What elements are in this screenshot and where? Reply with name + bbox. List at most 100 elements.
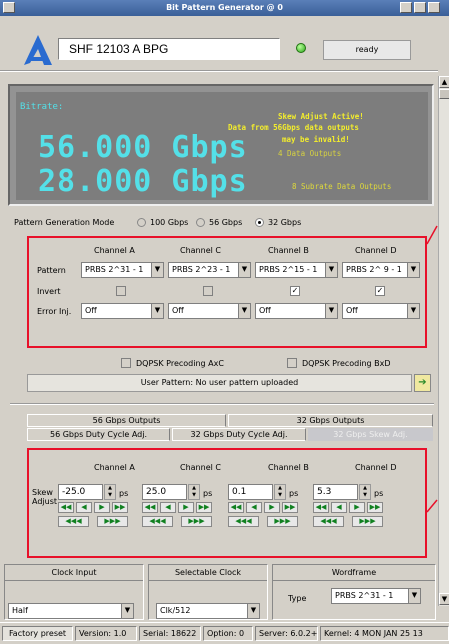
mode-radio-56[interactable] bbox=[196, 218, 205, 227]
tab-32-duty[interactable]: 32 Gbps Duty Cycle Adj. bbox=[172, 428, 306, 441]
data-outputs-label: 4 Data Outputs bbox=[278, 149, 342, 158]
mode-label: Pattern Generation Mode bbox=[14, 218, 115, 227]
error-select-d[interactable]: Off ▼ bbox=[342, 303, 420, 319]
group-title: Selectable Clock bbox=[149, 565, 267, 581]
skew-d-wide-fwd-button[interactable]: ▶▶▶ bbox=[352, 516, 383, 527]
scroll-down-icon[interactable]: ▼ bbox=[439, 593, 449, 605]
skew-input-b[interactable]: 0.1 bbox=[228, 484, 273, 500]
version-field: Version: 1.0 bbox=[75, 626, 137, 641]
group-title: Wordframe bbox=[273, 565, 435, 581]
maximize-icon[interactable] bbox=[414, 2, 426, 13]
skew-d-fwd-button[interactable]: ▶ bbox=[349, 502, 365, 513]
mode-option-label: 100 Gbps bbox=[150, 218, 189, 227]
mode-option-label: 32 Gbps bbox=[268, 218, 302, 227]
skew-c-fwd-button[interactable]: ▶ bbox=[178, 502, 194, 513]
skew-input-a[interactable]: -25.0 bbox=[58, 484, 103, 500]
pattern-value: PRBS 2^ 9 - 1 bbox=[346, 265, 402, 274]
tab-56-duty[interactable]: 56 Gbps Duty Cycle Adj. bbox=[27, 428, 170, 441]
chevron-down-icon: ▼ bbox=[151, 304, 163, 318]
skew-label: Skew bbox=[32, 488, 53, 497]
skew-a-fwd-button[interactable]: ▶ bbox=[94, 502, 110, 513]
error-select-c[interactable]: Off ▼ bbox=[168, 303, 251, 319]
invert-checkbox-a[interactable] bbox=[116, 286, 126, 296]
skew-a-wide-fwd-button[interactable]: ▶▶▶ bbox=[97, 516, 128, 527]
scroll-up-icon[interactable]: ▲ bbox=[439, 76, 449, 88]
tab-32-outputs[interactable]: 32 Gbps Outputs bbox=[228, 414, 433, 427]
close-icon[interactable] bbox=[428, 2, 440, 13]
skew-label: Adjust bbox=[32, 497, 58, 506]
channel-header: Channel A bbox=[94, 246, 135, 255]
skew-a-fffwd-button[interactable]: ▶▶ bbox=[112, 502, 128, 513]
skew-a-ffback-button[interactable]: ◀◀ bbox=[58, 502, 74, 513]
skew-a-wide-back-button[interactable]: ◀◀◀ bbox=[58, 516, 89, 527]
chevron-down-icon: ▼ bbox=[325, 304, 337, 318]
chevron-down-icon: ▼ bbox=[247, 604, 259, 618]
bitrate-secondary: 28.000 Gbps bbox=[38, 164, 248, 199]
error-value: Off bbox=[172, 306, 184, 315]
tab-56-outputs[interactable]: 56 Gbps Outputs bbox=[27, 414, 226, 427]
skew-b-wide-fwd-button[interactable]: ▶▶▶ bbox=[267, 516, 298, 527]
bitrate-display: Bitrate: 56.000 Gbps 28.000 Gbps Skew Ad… bbox=[8, 84, 434, 206]
skew-d-wide-back-button[interactable]: ◀◀◀ bbox=[313, 516, 344, 527]
skew-input-d[interactable]: 5.3 bbox=[313, 484, 358, 500]
pattern-select-b[interactable]: PRBS 2^15 - 1 ▼ bbox=[255, 262, 338, 278]
error-select-a[interactable]: Off ▼ bbox=[81, 303, 164, 319]
tab-32-skew[interactable]: 32 Gbps Skew Adj. bbox=[308, 428, 433, 441]
spin-arrows-icon[interactable]: ▲ ▼ bbox=[104, 484, 116, 500]
status-display: ready bbox=[323, 40, 411, 60]
minimize-icon[interactable] bbox=[400, 2, 412, 13]
skew-d-back-button[interactable]: ◀ bbox=[331, 502, 347, 513]
option-field: Option: 0 bbox=[203, 626, 253, 641]
divider bbox=[0, 70, 438, 72]
skew-d-ffback-button[interactable]: ◀◀ bbox=[313, 502, 329, 513]
skew-input-c[interactable]: 25.0 bbox=[142, 484, 187, 500]
server-field: Server: 6.0.2+4 bbox=[255, 626, 318, 641]
channel-header: Channel D bbox=[355, 246, 397, 255]
skew-b-fffwd-button[interactable]: ▶▶ bbox=[282, 502, 298, 513]
error-row-label: Error Inj. bbox=[37, 307, 72, 316]
chevron-down-icon: ▼ bbox=[407, 263, 419, 277]
skew-d-fffwd-button[interactable]: ▶▶ bbox=[367, 502, 383, 513]
scroll-thumb[interactable] bbox=[439, 89, 449, 99]
skew-a-back-button[interactable]: ◀ bbox=[76, 502, 92, 513]
spin-arrows-icon[interactable]: ▲ ▼ bbox=[359, 484, 371, 500]
vertical-scrollbar[interactable]: ▲ ▼ bbox=[438, 76, 449, 606]
precoding-bd-checkbox[interactable] bbox=[287, 358, 297, 368]
skew-c-back-button[interactable]: ◀ bbox=[160, 502, 176, 513]
precoding-bd-label: DQPSK Precoding BxD bbox=[302, 359, 391, 368]
spin-arrows-icon[interactable]: ▲ ▼ bbox=[188, 484, 200, 500]
bitrate-primary: 56.000 Gbps bbox=[38, 130, 248, 165]
factory-preset-button[interactable]: Factory preset bbox=[2, 626, 73, 641]
selectable-clock-select[interactable]: Clk/512 ▼ bbox=[156, 603, 260, 619]
wordframe-select[interactable]: PRBS 2^31 - 1 ▼ bbox=[331, 588, 421, 604]
skew-c-wide-back-button[interactable]: ◀◀◀ bbox=[142, 516, 173, 527]
skew-b-fwd-button[interactable]: ▶ bbox=[264, 502, 280, 513]
chevron-down-icon: ▼ bbox=[238, 304, 250, 318]
skew-b-wide-back-button[interactable]: ◀◀◀ bbox=[228, 516, 259, 527]
invert-checkbox-c[interactable] bbox=[203, 286, 213, 296]
error-select-b[interactable]: Off ▼ bbox=[255, 303, 338, 319]
clock-input-select[interactable]: Half ▼ bbox=[8, 603, 134, 619]
invert-checkbox-d[interactable]: ✓ bbox=[375, 286, 385, 296]
skew-c-fffwd-button[interactable]: ▶▶ bbox=[196, 502, 212, 513]
skew-c-ffback-button[interactable]: ◀◀ bbox=[142, 502, 158, 513]
precoding-ac-checkbox[interactable] bbox=[121, 358, 131, 368]
pattern-row-label: Pattern bbox=[37, 266, 66, 275]
mode-radio-32[interactable] bbox=[255, 218, 264, 227]
system-menu-icon[interactable] bbox=[3, 2, 15, 13]
skew-b-back-button[interactable]: ◀ bbox=[246, 502, 262, 513]
skew-c-wide-fwd-button[interactable]: ▶▶▶ bbox=[181, 516, 212, 527]
skew-b-ffback-button[interactable]: ◀◀ bbox=[228, 502, 244, 513]
tab-label: 56 Gbps Outputs bbox=[92, 416, 161, 425]
pattern-select-d[interactable]: PRBS 2^ 9 - 1 ▼ bbox=[342, 262, 420, 278]
pattern-select-c[interactable]: PRBS 2^23 - 1 ▼ bbox=[168, 262, 251, 278]
clock-input-value: Half bbox=[12, 606, 28, 615]
status-led-icon bbox=[296, 43, 306, 53]
mode-radio-100[interactable] bbox=[137, 218, 146, 227]
user-pattern-button[interactable]: User Pattern: No user pattern uploaded bbox=[27, 374, 412, 392]
spin-arrows-icon[interactable]: ▲ ▼ bbox=[274, 484, 286, 500]
skew-warning-line: may be invalid! bbox=[282, 135, 350, 144]
status-bar: Factory preset Version: 1.0 Serial: 1862… bbox=[0, 622, 449, 644]
invert-checkbox-b[interactable]: ✓ bbox=[290, 286, 300, 296]
pattern-select-a[interactable]: PRBS 2^31 - 1 ▼ bbox=[81, 262, 164, 278]
